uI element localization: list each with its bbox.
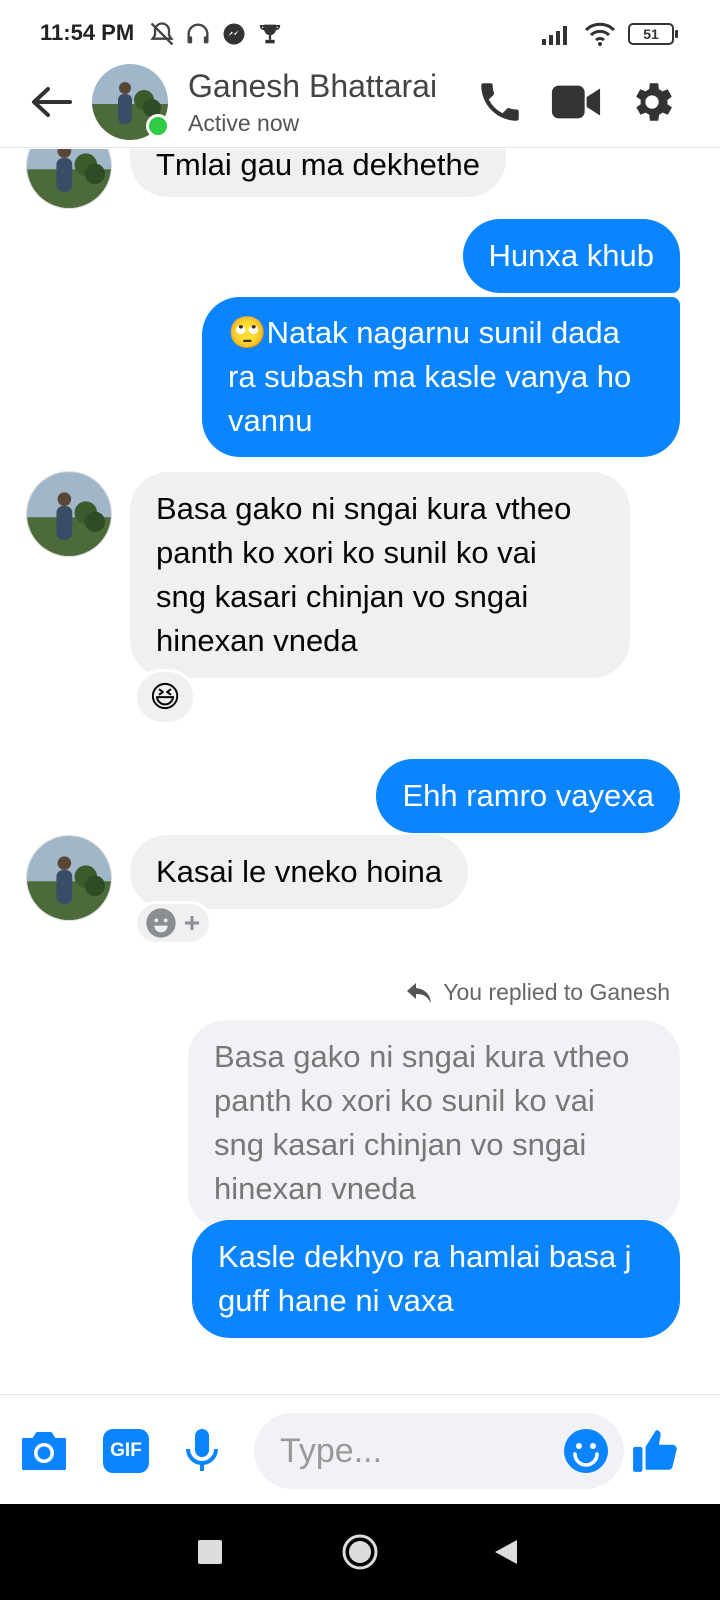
sender-avatar[interactable] — [26, 149, 112, 209]
quoted-text-line: sng kasari chinjan vo sngai — [214, 1127, 587, 1162]
back-nav-button[interactable] — [484, 1530, 528, 1574]
sender-avatar[interactable] — [26, 835, 112, 921]
trophy-icon — [259, 24, 281, 44]
message-input-container — [254, 1413, 624, 1489]
phone-icon — [481, 83, 519, 121]
system-navigation-bar — [0, 1504, 720, 1600]
contact-name[interactable]: Ganesh Bhattarai — [188, 68, 437, 105]
voice-call-button[interactable] — [474, 76, 526, 128]
voice-message-button[interactable] — [176, 1425, 228, 1477]
emoji-button-icon[interactable] — [562, 1427, 610, 1475]
message-composer: GIF — [0, 1394, 720, 1504]
home-button[interactable] — [338, 1530, 382, 1574]
conversation-header: Ganesh Bhattarai Active now — [0, 64, 720, 148]
wifi-icon — [584, 22, 616, 46]
message-text-line: sng kasari chinjan vo sngai — [156, 579, 529, 614]
avatar-photo-icon — [27, 472, 111, 556]
status-bar: 11:54 PM 51 — [0, 0, 720, 64]
message-text-line: 🙄Natak nagarnu sunil dada — [228, 315, 620, 350]
video-call-button[interactable] — [550, 76, 602, 128]
reply-arrow-icon — [407, 982, 432, 1003]
gear-icon — [636, 83, 672, 121]
outgoing-message-bubble[interactable]: Ehh ramro vayexa — [376, 759, 680, 833]
message-reaction[interactable]: 😆 — [134, 669, 196, 725]
camera-button[interactable] — [18, 1425, 70, 1477]
camera-icon — [22, 1432, 66, 1470]
messenger-icon — [223, 23, 245, 45]
status-time: 11:54 PM — [40, 20, 135, 45]
message-input[interactable] — [280, 1413, 540, 1489]
message-text-line: Kasai le vneko hoina — [156, 854, 443, 889]
outgoing-message-bubble[interactable]: Hunxa khub — [462, 219, 680, 293]
circle-icon — [342, 1534, 378, 1570]
microphone-icon — [186, 1429, 218, 1471]
status-system-icons: 51 — [542, 22, 678, 46]
message-text-line: hinexan vneda — [156, 623, 358, 658]
status-notification-icons — [148, 20, 284, 48]
sender-avatar[interactable] — [26, 471, 112, 557]
reply-indicator: You replied to Ganesh — [405, 979, 670, 1006]
outgoing-message-bubble[interactable]: Kasle dekhyo ra hamlai basa j guff hane … — [192, 1220, 680, 1338]
message-thread[interactable]: Tmlai gau ma dekhethe Hunxa khub 🙄Natak … — [0, 149, 720, 1394]
message-text-line: ra subash ma kasle vanya ho — [228, 359, 632, 394]
quoted-text-line: panth ko xori ko sunil ko vai — [214, 1083, 595, 1118]
quoted-text-line: Basa gako ni sngai kura vtheo — [214, 1039, 630, 1074]
online-status-dot — [146, 114, 170, 138]
triangle-back-icon — [495, 1540, 517, 1564]
square-icon — [198, 1540, 222, 1564]
message-text-line: vannu — [228, 403, 313, 438]
laughing-emoji-icon: 😆 — [149, 680, 181, 714]
recents-button[interactable] — [188, 1530, 232, 1574]
quoted-message-bubble[interactable]: Basa gako ni sngai kura vtheo panth ko x… — [188, 1020, 680, 1230]
message-text-line: Kasle dekhyo ra hamlai basa j — [218, 1239, 632, 1274]
battery-indicator: 51 — [628, 23, 678, 45]
quoted-text-line: hinexan vneda — [214, 1171, 416, 1206]
bell-off-icon — [150, 22, 174, 46]
contact-active-status: Active now — [188, 110, 300, 136]
outgoing-message-bubble[interactable]: 🙄Natak nagarnu sunil dada ra subash ma k… — [202, 297, 680, 457]
reply-note-text: You replied to Ganesh — [443, 979, 670, 1005]
headphones-icon — [187, 23, 209, 44]
incoming-message-bubble[interactable]: Kasai le vneko hoina — [130, 835, 469, 909]
message-text-line: Basa gako ni sngai kura vtheo — [156, 491, 572, 526]
message-text-line: panth ko xori ko sunil ko vai — [156, 535, 537, 570]
message-text-line: Hunxa khub — [488, 238, 654, 273]
like-button[interactable] — [630, 1425, 682, 1477]
message-text-line: Tmlai gau ma dekhethe — [156, 149, 480, 182]
avatar-photo-icon — [27, 836, 111, 920]
gif-label: GIF — [110, 1440, 142, 1461]
plus-icon — [185, 916, 199, 930]
smiley-icon — [146, 908, 176, 938]
incoming-message-bubble[interactable]: Tmlai gau ma dekhethe — [130, 149, 506, 197]
video-camera-icon — [551, 85, 601, 119]
incoming-message-bubble[interactable]: Basa gako ni sngai kura vtheo panth ko x… — [130, 472, 630, 678]
conversation-settings-button[interactable] — [626, 76, 678, 128]
thumbs-up-icon — [633, 1430, 677, 1472]
message-text-line: Ehh ramro vayexa — [402, 778, 654, 813]
message-text-line: guff hane ni vaxa — [218, 1283, 454, 1318]
arrow-left-icon — [32, 87, 72, 117]
gif-icon: GIF — [103, 1429, 149, 1473]
signal-icon — [542, 26, 567, 45]
back-button[interactable] — [28, 78, 76, 126]
add-reaction-button[interactable] — [134, 901, 212, 945]
gif-button[interactable]: GIF — [100, 1425, 152, 1477]
avatar-photo-icon — [27, 149, 111, 208]
